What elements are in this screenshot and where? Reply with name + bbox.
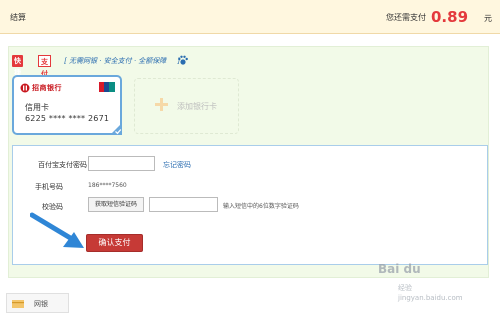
- code-label: 校验码: [42, 203, 63, 211]
- card-number: 6225 **** **** 2671: [25, 114, 110, 123]
- amount-unit: 元: [484, 14, 492, 23]
- forgot-password-link[interactable]: 忘记密码: [163, 160, 191, 170]
- bank-card-selected[interactable]: 招商银行 信用卡 6225 **** **** 2671: [12, 75, 122, 135]
- check-icon: [110, 123, 122, 135]
- unionpay-icon: [99, 82, 115, 92]
- password-label: 百付宝支付密码: [38, 161, 87, 169]
- paw-icon: [178, 55, 188, 65]
- sms-code-hint: 输入短信中的6位数字验证码: [223, 203, 299, 210]
- phone-label: 手机号码: [35, 183, 63, 191]
- header-bar: 结算 您还需支付 0.89 元: [0, 0, 500, 34]
- sms-code-input[interactable]: [149, 197, 218, 212]
- watermark-logo: Bai du: [378, 262, 421, 276]
- password-input[interactable]: [88, 156, 155, 171]
- add-bank-card-label: 添加银行卡: [177, 102, 217, 111]
- confirm-payment-button[interactable]: 确认支付: [86, 234, 143, 252]
- page-title: 结算: [10, 13, 26, 22]
- phone-value: 186****7560: [88, 182, 127, 189]
- bank-name: 招商银行: [32, 84, 62, 92]
- online-banking-label: 网银: [34, 300, 48, 308]
- amount-due-label: 您还需支付: [386, 13, 426, 22]
- card-type: 信用卡: [25, 103, 49, 112]
- watermark-text: 经验: [398, 284, 412, 292]
- watermark-url: jingyan.baidu.com: [398, 294, 463, 302]
- bank-logo-icon: [20, 83, 30, 93]
- amount-due-value: 0.89: [431, 8, 469, 26]
- quickpay-badge-pay: 支付: [38, 55, 51, 78]
- bank-icon: [12, 300, 24, 308]
- arrow-icon: [30, 212, 84, 248]
- quickpay-badge: 快捷: [12, 55, 23, 77]
- get-sms-code-button[interactable]: 获取短信验证码: [88, 197, 144, 212]
- online-banking-tab[interactable]: 网银: [6, 293, 69, 313]
- quickpay-features: [ 无需网银 · 安全支付 · 全额保障 ]: [64, 57, 181, 65]
- plus-icon: [155, 98, 168, 111]
- add-bank-card-button[interactable]: 添加银行卡: [134, 78, 239, 134]
